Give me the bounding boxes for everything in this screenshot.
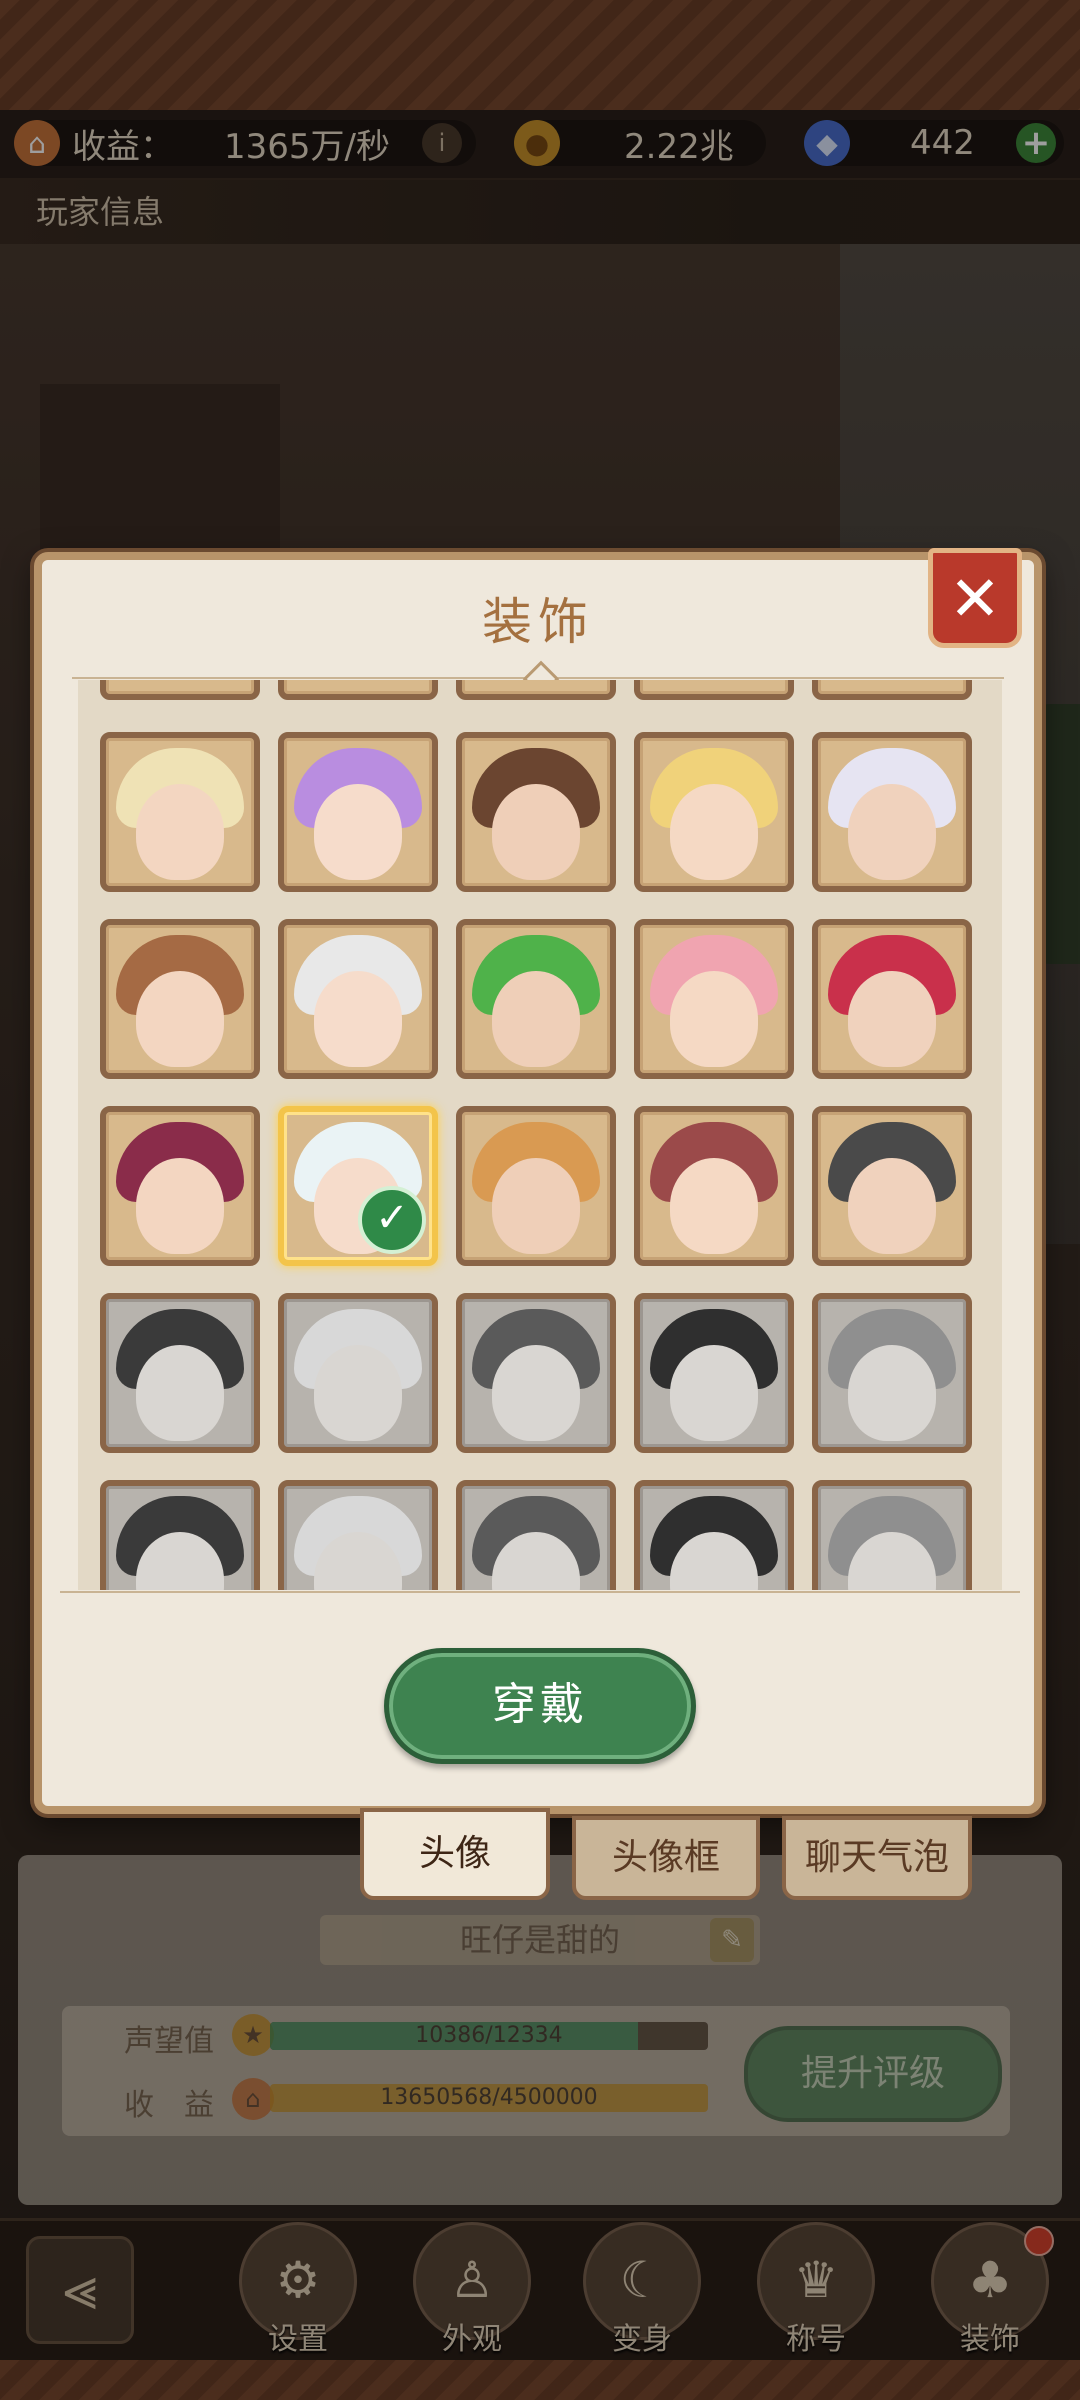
- footer-divider: [60, 1591, 1020, 1593]
- avatar-cell[interactable]: [634, 1106, 794, 1266]
- avatar-cell[interactable]: [100, 680, 260, 700]
- avatar-portrait: [848, 784, 936, 880]
- avatar-cell[interactable]: [278, 919, 438, 1079]
- avatar-cell[interactable]: [100, 732, 260, 892]
- avatar-cell-locked[interactable]: [100, 1293, 260, 1453]
- tab-chat-bubble[interactable]: 聊天气泡: [782, 1816, 972, 1900]
- avatar-portrait: [670, 971, 758, 1067]
- avatar-cell[interactable]: [456, 680, 616, 700]
- avatar-cell[interactable]: [456, 732, 616, 892]
- avatar-cell[interactable]: [100, 919, 260, 1079]
- avatar-portrait: [670, 1158, 758, 1254]
- avatar-cell[interactable]: [812, 1106, 972, 1266]
- avatar-cell[interactable]: [634, 680, 794, 700]
- avatar-cell[interactable]: [100, 1106, 260, 1266]
- avatar-portrait: [492, 1158, 580, 1254]
- tab-avatar[interactable]: 头像: [360, 1808, 550, 1900]
- avatar-portrait: [314, 971, 402, 1067]
- avatar-cell-locked[interactable]: [812, 1293, 972, 1453]
- avatar-cell[interactable]: [278, 680, 438, 700]
- close-button[interactable]: ✕: [928, 548, 1022, 648]
- avatar-portrait: [848, 971, 936, 1067]
- avatar-cell-locked[interactable]: [634, 1480, 794, 1590]
- avatar-portrait: [670, 1345, 758, 1441]
- avatar-cell[interactable]: [278, 732, 438, 892]
- avatar-cell-locked[interactable]: [278, 1480, 438, 1590]
- avatar-cell[interactable]: [812, 919, 972, 1079]
- avatar-portrait: [314, 784, 402, 880]
- avatar-cell-locked[interactable]: [278, 1293, 438, 1453]
- avatar-cell-locked[interactable]: [456, 1480, 616, 1590]
- avatar-portrait: [492, 971, 580, 1067]
- avatar-portrait: [136, 784, 224, 880]
- wear-button[interactable]: 穿戴: [384, 1648, 696, 1764]
- avatar-portrait: [492, 1345, 580, 1441]
- avatar-cell-locked[interactable]: [812, 1480, 972, 1590]
- avatar-cell[interactable]: [456, 1106, 616, 1266]
- avatar-grid: ✓: [78, 680, 1002, 1590]
- avatar-portrait: [848, 1158, 936, 1254]
- avatar-portrait: [848, 1345, 936, 1441]
- avatar-portrait: [136, 971, 224, 1067]
- tab-avatar-frame[interactable]: 头像框: [572, 1816, 760, 1900]
- avatar-cell[interactable]: [634, 732, 794, 892]
- avatar-portrait: [670, 784, 758, 880]
- avatar-cell[interactable]: [634, 919, 794, 1079]
- avatar-cell-selected[interactable]: ✓: [278, 1106, 438, 1266]
- avatar-cell-locked[interactable]: [100, 1480, 260, 1590]
- avatar-portrait: [136, 1345, 224, 1441]
- avatar-cell-locked[interactable]: [634, 1293, 794, 1453]
- avatar-portrait: [492, 784, 580, 880]
- avatar-cell[interactable]: [812, 680, 972, 700]
- avatar-cell-locked[interactable]: [456, 1293, 616, 1453]
- avatar-cell[interactable]: [812, 732, 972, 892]
- check-icon: ✓: [358, 1186, 426, 1254]
- avatar-portrait: [314, 1345, 402, 1441]
- avatar-cell[interactable]: [456, 919, 616, 1079]
- modal-title: 装饰: [482, 593, 594, 651]
- avatar-portrait: [136, 1158, 224, 1254]
